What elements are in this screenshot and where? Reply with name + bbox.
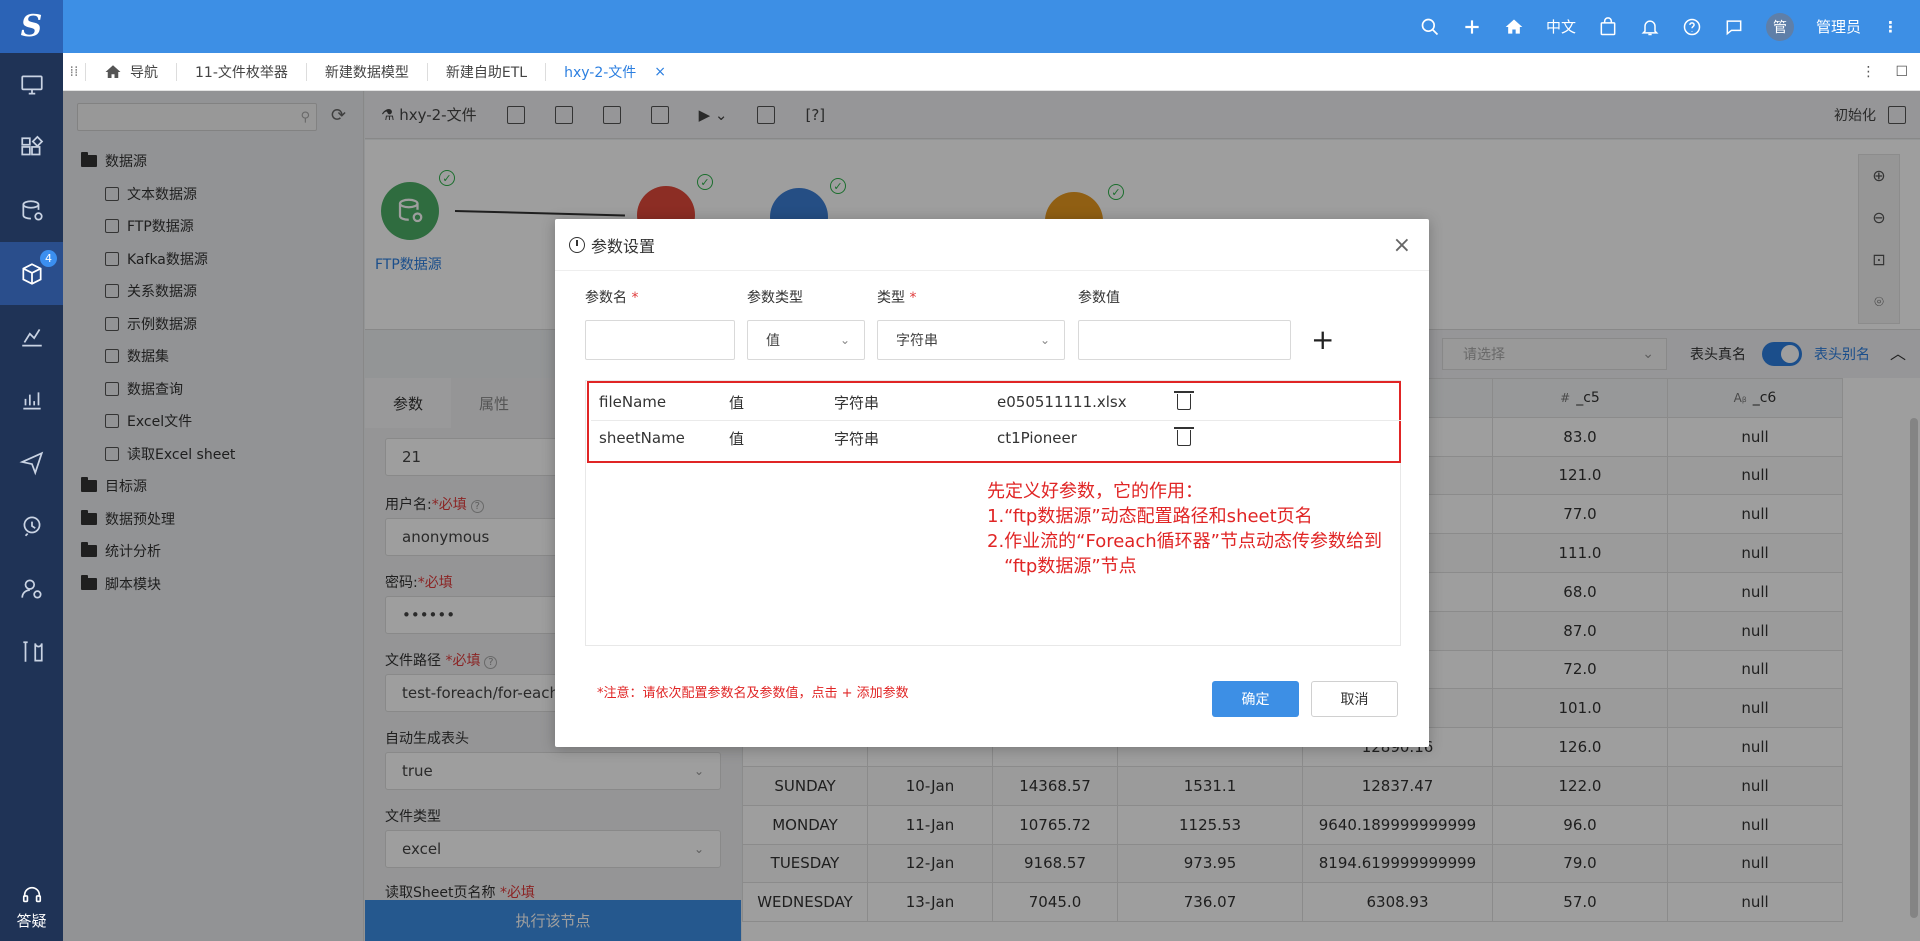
close-icon[interactable]: ×: [654, 64, 666, 80]
dialog-title: 参数设置: [591, 236, 656, 256]
app-logo[interactable]: S: [0, 0, 63, 53]
more-vert-icon[interactable]: ⋮: [1861, 64, 1875, 80]
tools-icon: [22, 640, 43, 662]
required-mark: *: [909, 290, 917, 306]
tab-file-enumerator[interactable]: 11-文件枚举器: [176, 62, 306, 81]
tab-label: 11-文件枚举器: [195, 64, 288, 81]
bell-icon[interactable]: [1640, 17, 1660, 37]
home-icon[interactable]: [1504, 17, 1524, 37]
notification-badge: 4: [40, 250, 57, 267]
tab-label: 新建数据模型: [324, 64, 409, 81]
rail-item-database[interactable]: [0, 179, 63, 242]
param-settings-dialog: 参数设置 × 参数名 * 参数类型 类型 * 参数值 值 ⌄ 字符串 ⌄ + fil…: [555, 219, 1429, 747]
col-label: 参数名: [585, 290, 627, 306]
param-name-input[interactable]: [585, 320, 735, 360]
param-value: e050511111.xlsx: [997, 393, 1127, 411]
paper-plane-icon: [18, 451, 43, 475]
top-header: 中文 管 管理员 ⋮: [63, 0, 1920, 53]
search-icon[interactable]: [1420, 17, 1440, 37]
note-line: “ftp数据源”节点: [987, 556, 1137, 577]
tab-label: hxy-2-文件: [564, 64, 637, 81]
maximize-icon[interactable]: ☐: [1895, 64, 1908, 80]
tab-nav[interactable]: 导航: [85, 62, 176, 81]
param-type-select[interactable]: 值 ⌄: [747, 320, 865, 360]
tab-hxy-2[interactable]: hxy-2-文件 ×: [545, 62, 684, 81]
rail-item-apps[interactable]: [0, 116, 63, 179]
chevron-down-icon: ⌄: [839, 333, 850, 347]
apps-icon: [20, 135, 43, 155]
dialog-header: 参数设置: [555, 219, 1429, 271]
shopping-bag-icon[interactable]: [1598, 16, 1618, 37]
param-ptype: 值: [729, 393, 745, 412]
param-ptype: 值: [729, 429, 745, 448]
param-name: sheetName: [599, 429, 685, 447]
cube-icon: [21, 262, 42, 285]
monitor-icon: [20, 74, 43, 95]
tab-label: 新建自助ETL: [445, 64, 528, 81]
param-name: fileName: [599, 393, 667, 411]
grip-icon[interactable]: ⁞⁞: [63, 64, 85, 80]
chart-area-icon: [21, 328, 42, 347]
trash-icon[interactable]: [1174, 391, 1194, 410]
home-icon: [105, 64, 121, 78]
required-mark: *: [631, 290, 639, 306]
rail-item-publish[interactable]: [0, 431, 63, 494]
rail-item-etl[interactable]: 4: [0, 242, 63, 305]
rail-item-users[interactable]: [0, 557, 63, 620]
param-type: 字符串: [834, 429, 880, 448]
help-label: 答疑: [16, 912, 47, 930]
confirm-button[interactable]: 确定: [1212, 681, 1299, 717]
annotation-note: 先定义好参数，它的作用： 1.“ftp数据源”动态配置路径和sheet页名 2.…: [987, 479, 1382, 579]
rail-item-report[interactable]: [0, 368, 63, 431]
more-vert-icon[interactable]: ⋮: [1883, 18, 1898, 36]
question-icon[interactable]: [1682, 17, 1702, 37]
note-line: 1.“ftp数据源”动态配置路径和sheet页名: [987, 506, 1313, 527]
help-entry[interactable]: 答疑: [0, 884, 63, 931]
param-row[interactable]: sheetName 值 字符串 ct1Pioneer: [589, 421, 1399, 455]
select-value: 字符串: [896, 333, 938, 349]
rail-item-analysis[interactable]: [0, 305, 63, 368]
rail-item-desktop[interactable]: [0, 53, 63, 116]
database-gear-icon: [21, 199, 43, 221]
col-type: 类型 *: [877, 287, 916, 307]
col-param-name: 参数名 *: [585, 287, 638, 307]
col-param-type: 参数类型: [747, 290, 803, 306]
avatar[interactable]: 管: [1765, 12, 1794, 41]
col-param-value: 参数值: [1078, 290, 1120, 306]
tab-new-data-model[interactable]: 新建数据模型: [305, 62, 427, 81]
warning-text: *注意：请依次配置参数名及参数值，点击 + 添加参数: [597, 686, 909, 701]
headset-icon: [22, 886, 41, 903]
highlight-box: fileName 值 字符串 e050511111.xlsx sheetName…: [587, 381, 1401, 463]
tab-new-etl[interactable]: 新建自助ETL: [426, 62, 545, 81]
plus-icon[interactable]: [1462, 17, 1482, 37]
select-value: 值: [766, 333, 780, 349]
user-settings-icon: [20, 578, 42, 599]
bar-chart-icon: [22, 391, 41, 410]
param-value-input[interactable]: [1078, 320, 1291, 360]
chat-icon[interactable]: [1724, 17, 1744, 37]
username[interactable]: 管理员: [1816, 16, 1861, 37]
clock-icon: [569, 236, 585, 253]
trash-icon[interactable]: [1174, 427, 1194, 446]
chevron-down-icon: ⌄: [1039, 333, 1050, 347]
add-param-button[interactable]: +: [1311, 323, 1334, 356]
app-rail: S 4 答疑: [0, 0, 63, 941]
rail-item-tools[interactable]: [0, 620, 63, 683]
rail-item-monitor[interactable]: [0, 494, 63, 557]
note-line: 先定义好参数，它的作用：: [987, 481, 1203, 502]
note-line: 2.作业流的“Foreach循环器”节点动态传参数给到: [987, 531, 1382, 552]
tab-bar: ⁞⁞ 导航 11-文件枚举器 新建数据模型 新建自助ETL hxy-2-文件 ×…: [63, 53, 1920, 91]
brain-icon: [23, 515, 40, 536]
cancel-button[interactable]: 取消: [1311, 681, 1398, 717]
tab-nav-label: 导航: [130, 64, 158, 81]
param-value: ct1Pioneer: [997, 429, 1077, 447]
type-select[interactable]: 字符串 ⌄: [877, 320, 1065, 360]
param-row[interactable]: fileName 值 字符串 e050511111.xlsx: [589, 385, 1399, 419]
col-label: 类型: [877, 290, 905, 306]
language-switch[interactable]: 中文: [1546, 16, 1576, 37]
close-icon[interactable]: ×: [1393, 233, 1411, 258]
param-type: 字符串: [834, 393, 880, 412]
